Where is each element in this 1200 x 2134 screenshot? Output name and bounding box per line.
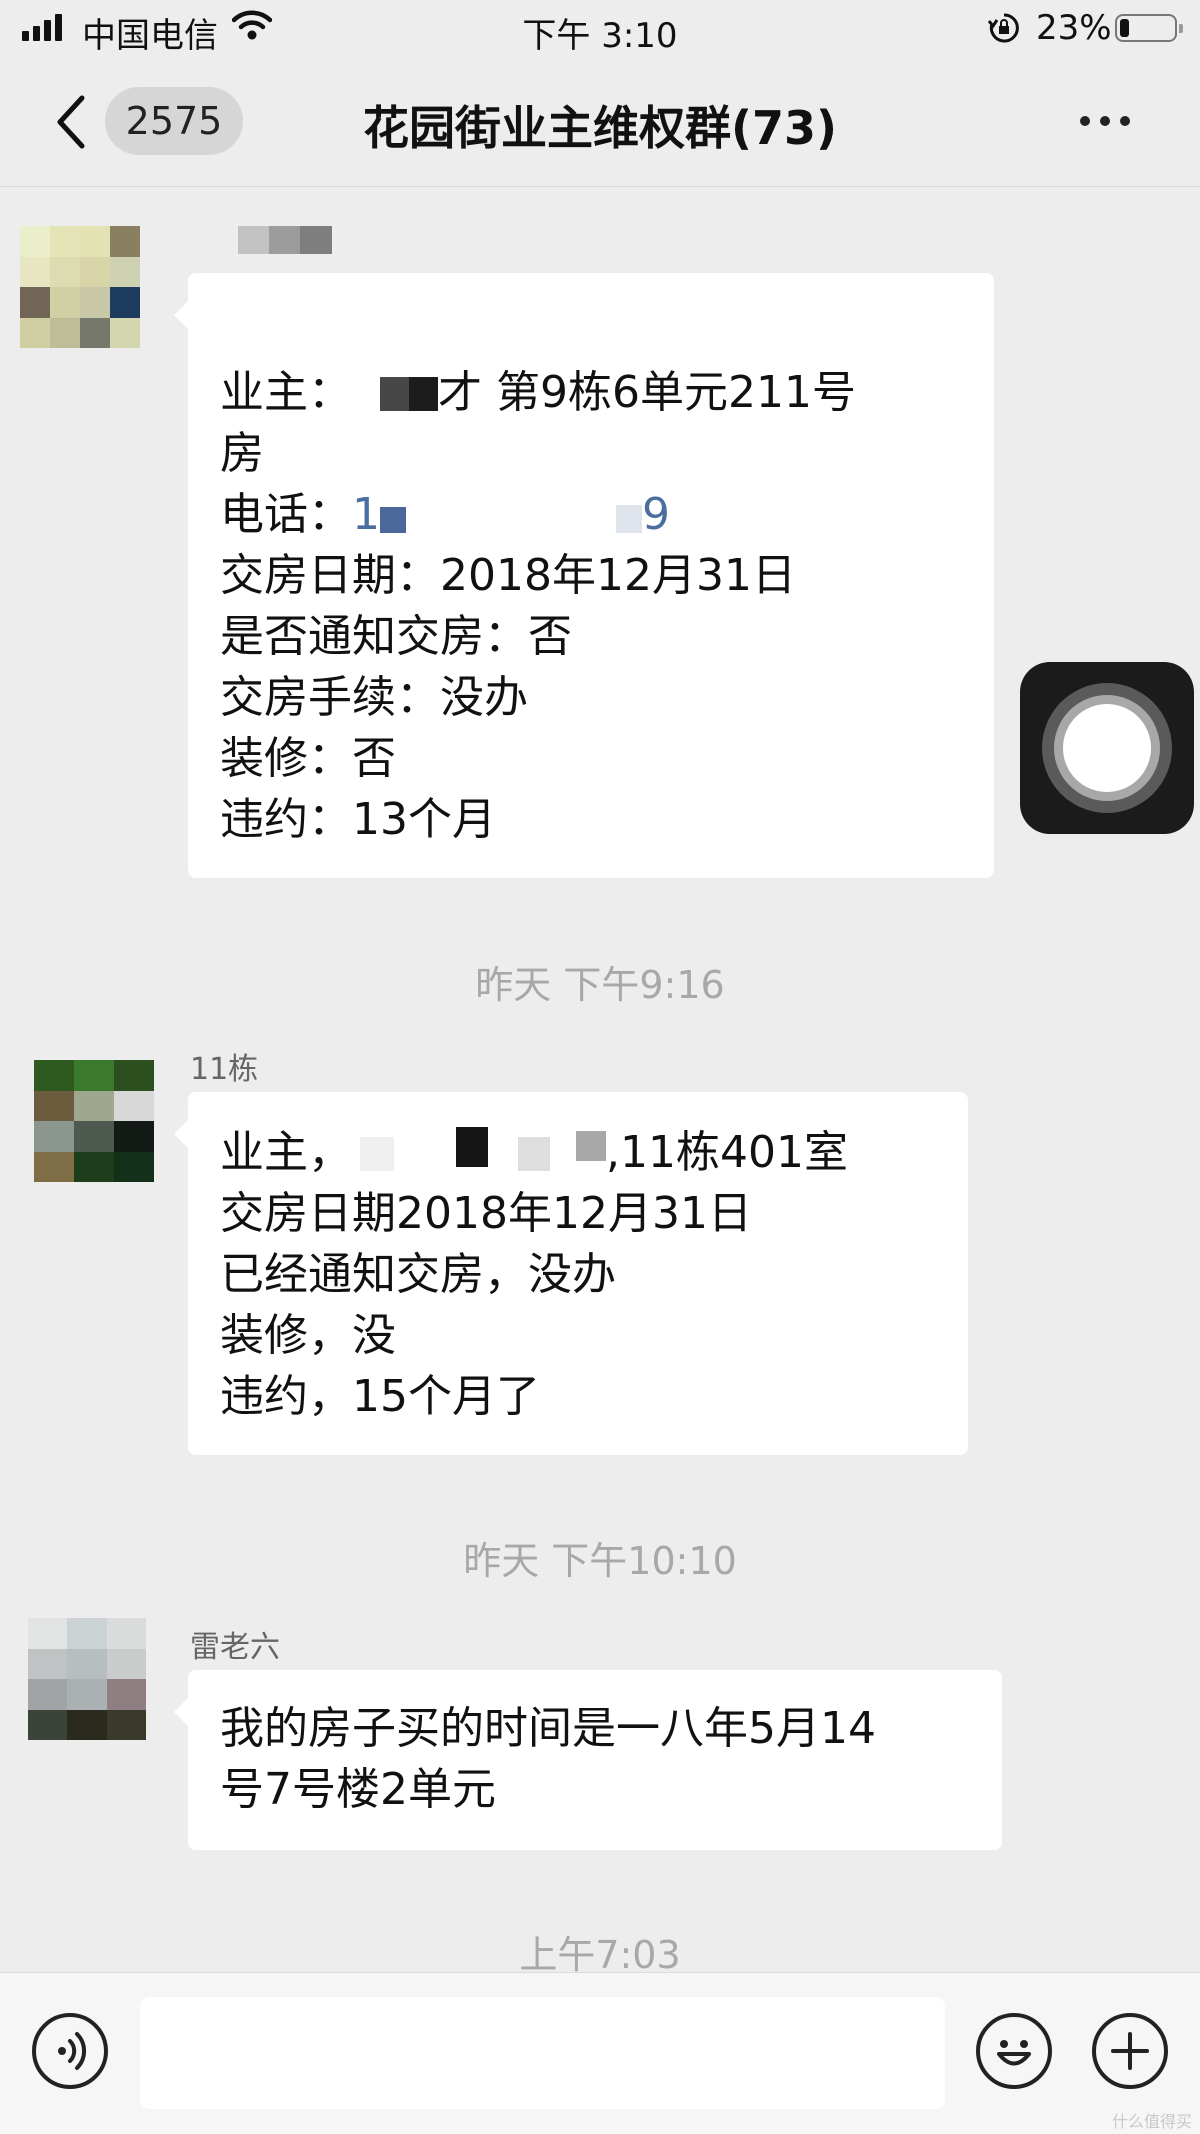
avatar[interactable]: [28, 1618, 146, 1740]
message-text: 违约，15个月了: [220, 1371, 540, 1422]
message-text: 号7号楼2单元: [220, 1764, 496, 1815]
message-text: 电话：: [220, 489, 352, 540]
message-text: 违约：13个月: [220, 794, 496, 845]
redacted-text: [550, 1137, 576, 1171]
message-text: 装修：否: [220, 733, 396, 784]
message-text: 业主，: [220, 1127, 352, 1178]
redacted-text: [380, 507, 406, 533]
message-bubble[interactable]: 业主， ,11栋401室 交房日期2018年12月31日 已经通知交房，没办 装修…: [174, 1092, 968, 1455]
redacted-text: [456, 1127, 488, 1167]
more-dots-icon[interactable]: [1080, 116, 1130, 126]
redacted-text: [616, 505, 642, 533]
message-text: 装修，没: [220, 1310, 396, 1361]
message-bubble[interactable]: 业主： 才 第9栋6单元211号 房 电话：1 9 交房日期：2018年12月31日…: [174, 273, 994, 878]
avatar[interactable]: [34, 1060, 154, 1182]
message-text: 才 第9栋6单元211号: [438, 367, 856, 418]
message-timestamp: 昨天 下午10:10: [463, 1539, 737, 1583]
redacted-name: [238, 226, 332, 254]
message-input[interactable]: [140, 1997, 945, 2109]
redacted-text: [518, 1137, 550, 1171]
watermark: 什么值得买: [1112, 2112, 1193, 2131]
redacted-text: [394, 1137, 456, 1171]
battery-percent: 23%: [1036, 8, 1112, 48]
voice-icon[interactable]: [32, 2013, 108, 2089]
message-text: 交房日期：2018年12月31日: [220, 550, 796, 601]
phone-number-link[interactable]: 9: [642, 489, 670, 540]
message-text: 是否通知交房：否: [220, 611, 572, 662]
message-text: 交房手续：没办: [220, 672, 528, 723]
status-bar: 中国电信 下午 3:10 23%: [0, 0, 1200, 62]
message-bubble[interactable]: 我的房子买的时间是一八年5月14 号7号楼2单元: [174, 1670, 1002, 1850]
chat-header: 2575 花园街业主维权群(73): [0, 62, 1200, 187]
chat-title: 花园街业主维权群(73): [362, 101, 838, 155]
plus-icon[interactable]: [1092, 2013, 1168, 2089]
message-text: 业主：: [220, 367, 352, 418]
message-text: 我的房子买的时间是一八年5月14: [220, 1703, 876, 1754]
message-timestamp: 昨天 下午9:16: [475, 963, 725, 1007]
sender-name: 11栋: [190, 1052, 259, 1087]
emoji-icon[interactable]: [976, 2013, 1052, 2089]
status-time: 下午 3:10: [522, 16, 678, 56]
redacted-text: [406, 499, 616, 533]
redacted-text: [380, 377, 438, 411]
message-text: 房: [220, 428, 264, 479]
message-text: 交房日期2018年12月31日: [220, 1188, 752, 1239]
redacted-text: [576, 1131, 606, 1161]
redacted-text: [360, 1137, 394, 1171]
assistive-touch-icon[interactable]: [1020, 662, 1194, 834]
message-text: 已经通知交房，没办: [220, 1249, 616, 1300]
chat-input-bar: [0, 1972, 1200, 2134]
sender-name: 雷老六: [190, 1630, 280, 1665]
avatar[interactable]: [20, 226, 140, 348]
message-text: ,11栋401室: [606, 1127, 848, 1178]
rotation-lock-icon: [988, 13, 1019, 43]
redacted-text: [488, 1137, 518, 1171]
battery-icon: [1115, 14, 1183, 42]
message-timestamp: 上午7:03: [519, 1933, 681, 1977]
phone-number-link[interactable]: 1: [352, 489, 380, 540]
